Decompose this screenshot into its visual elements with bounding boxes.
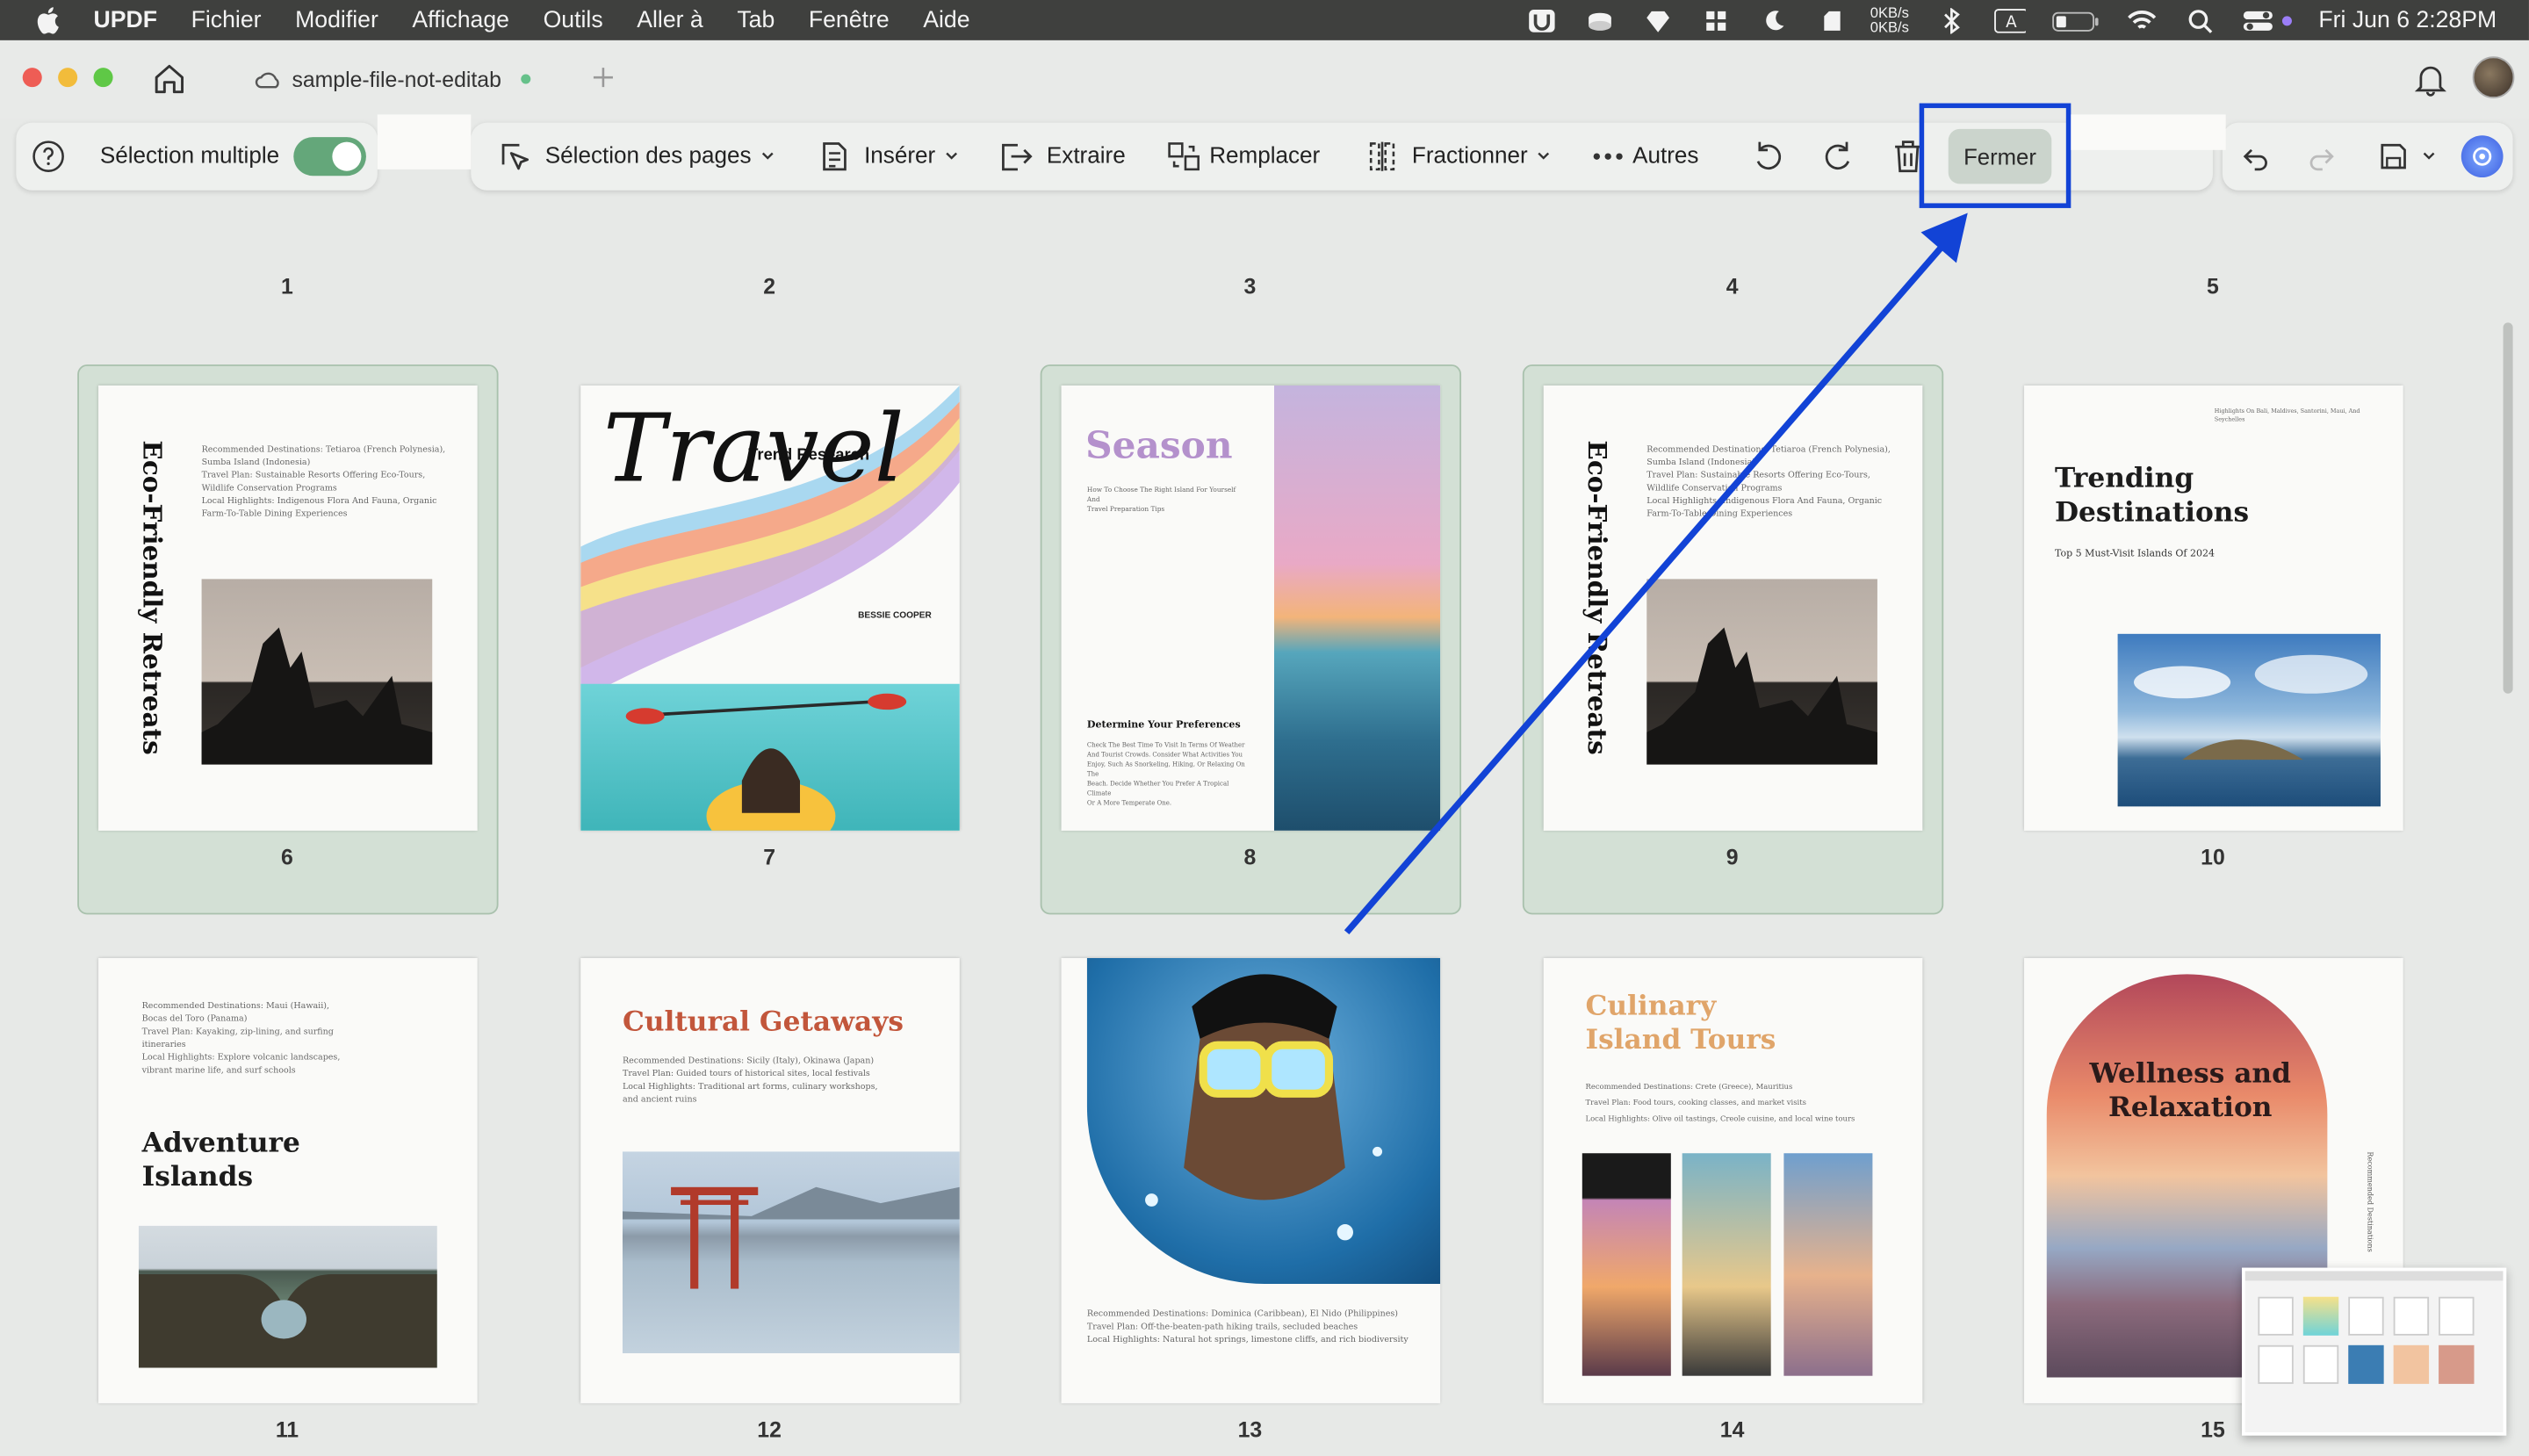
annotation-arrow bbox=[1344, 213, 1968, 935]
screenshot-preview-thumbnail[interactable] bbox=[2242, 1267, 2507, 1436]
vertical-scrollbar[interactable] bbox=[2503, 322, 2513, 694]
updf-window: UPDF Fichier Modifier Affichage Outils A… bbox=[0, 0, 2529, 1456]
